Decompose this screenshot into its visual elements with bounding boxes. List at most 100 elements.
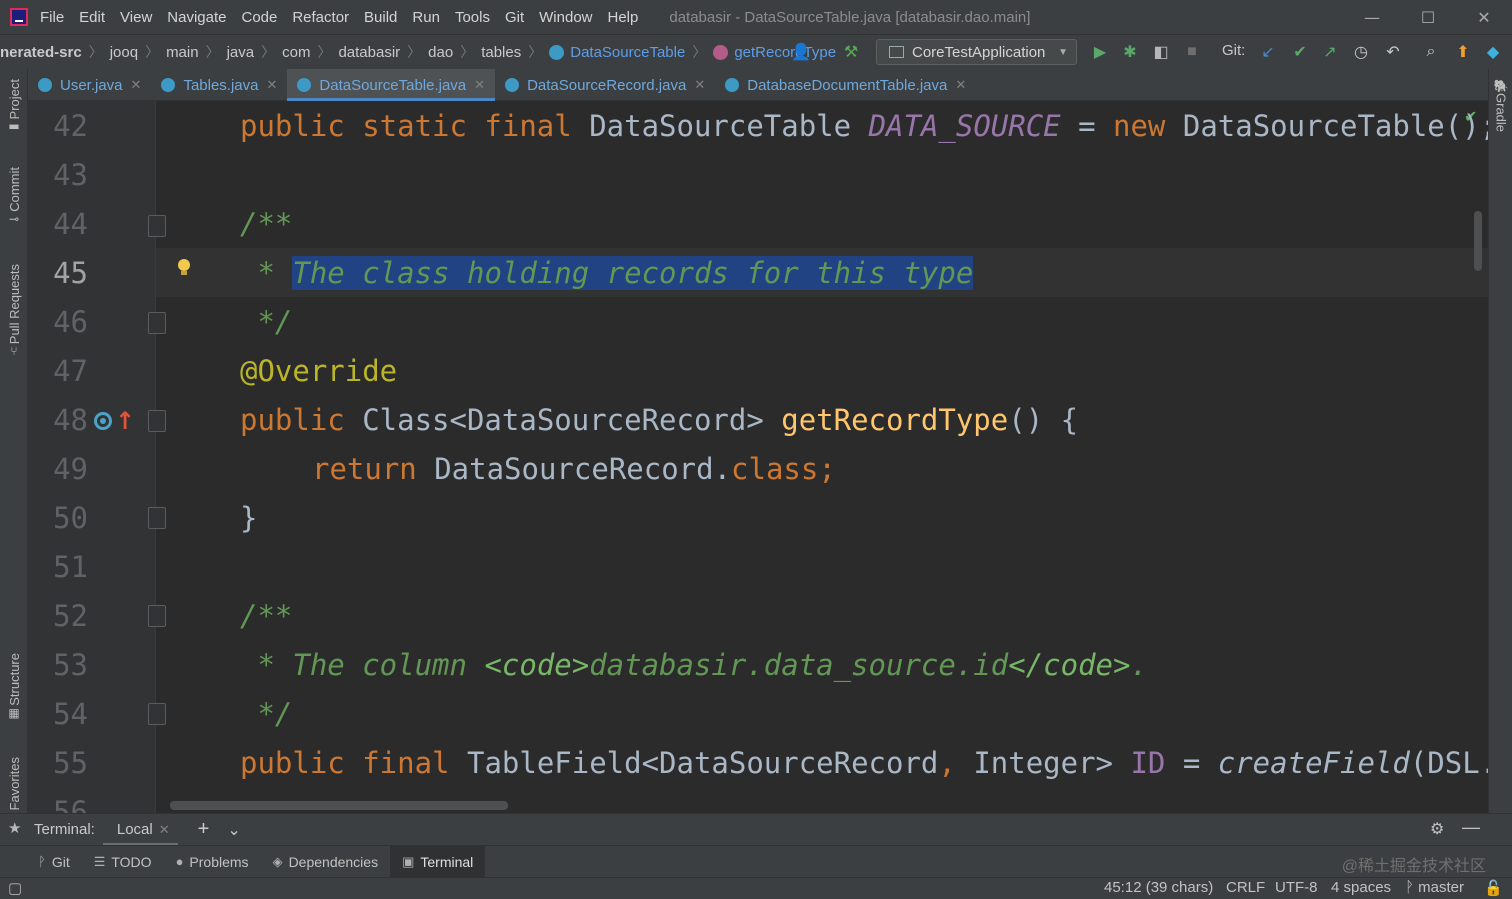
menu-navigate[interactable]: Navigate <box>167 9 226 26</box>
debug-icon[interactable]: ✱ <box>1119 41 1141 63</box>
lock-icon[interactable]: 🔓 <box>1484 879 1503 897</box>
menu-edit[interactable]: Edit <box>79 9 105 26</box>
run-icon[interactable]: ▶ <box>1089 41 1111 63</box>
breadcrumb-item[interactable]: com <box>282 44 310 61</box>
close-tab-icon[interactable]: ✕ <box>266 77 277 93</box>
editor-gutter: 42 43 44 45 46 47 48 49 50 51 52 53 54 5… <box>28 101 156 813</box>
commit-tool-button[interactable]: Commit ⊸ <box>0 167 28 226</box>
fold-marker[interactable] <box>148 215 166 237</box>
search-icon[interactable]: ⌕ <box>1420 41 1442 63</box>
menu-code[interactable]: Code <box>241 9 277 26</box>
breadcrumb-item[interactable]: tables <box>481 44 521 61</box>
fold-marker[interactable] <box>148 410 166 432</box>
menu-window[interactable]: Window <box>539 9 592 26</box>
hide-panel-icon[interactable]: — <box>1462 817 1480 838</box>
indent-setting[interactable]: 4 spaces <box>1331 879 1391 896</box>
rollback-icon[interactable]: ↶ <box>1382 41 1404 63</box>
maximize-button[interactable]: ☐ <box>1400 0 1456 34</box>
terminal-tab-local[interactable]: Local ✕ <box>102 814 178 846</box>
close-tab-icon[interactable]: ✕ <box>159 822 170 838</box>
tab-datasourcetable-java[interactable]: DataSourceTable.java ✕ <box>287 69 496 101</box>
fold-marker[interactable] <box>148 312 166 334</box>
breadcrumb-item[interactable]: main <box>166 44 199 61</box>
git-update-icon[interactable]: ↙ <box>1257 41 1279 63</box>
git-tool-button[interactable]: ᚹ Git <box>26 846 82 878</box>
structure-tool-button[interactable]: Structure ▦ <box>0 653 28 720</box>
breadcrumb-item[interactable]: java <box>227 44 255 61</box>
caret-position[interactable]: 45:12 (39 chars) <box>1104 879 1213 896</box>
problems-tool-button[interactable]: ● Problems <box>164 846 261 878</box>
code-line-55: public final TableField<DataSourceRecord… <box>240 746 1488 780</box>
close-tab-icon[interactable]: ✕ <box>131 77 142 93</box>
breadcrumb-item[interactable]: dao <box>428 44 453 61</box>
horizontal-scrollbar[interactable] <box>170 801 508 810</box>
favorites-tool-button[interactable]: Favorites <box>0 757 28 810</box>
dependencies-tool-button[interactable]: ◈ Dependencies <box>261 846 391 878</box>
close-tab-icon[interactable]: ✕ <box>474 77 485 93</box>
history-icon[interactable]: ◷ <box>1350 41 1372 63</box>
project-tool-button[interactable]: Project ▬ <box>0 79 28 133</box>
breadcrumb-method[interactable]: getRecordType <box>734 44 836 61</box>
terminal-tool-label: Terminal <box>420 853 474 870</box>
menu-run[interactable]: Run <box>412 9 440 26</box>
close-window-button[interactable]: ✕ <box>1456 0 1512 34</box>
menu-view[interactable]: View <box>120 9 152 26</box>
update-icon[interactable]: ⬆ <box>1452 41 1474 63</box>
line-number: 45 <box>53 256 88 290</box>
menu-git[interactable]: Git <box>505 9 524 26</box>
chevron-down-icon: ▼ <box>1058 46 1068 58</box>
breadcrumb-class[interactable]: DataSourceTable <box>570 44 685 61</box>
lightbulb-icon[interactable] <box>178 259 190 275</box>
breadcrumb-item[interactable]: nerated-src <box>0 44 82 61</box>
menu-help[interactable]: Help <box>608 9 639 26</box>
fold-marker[interactable] <box>148 605 166 627</box>
minimize-button[interactable]: — <box>1344 0 1400 34</box>
git-push-icon[interactable]: ↗ <box>1319 41 1341 63</box>
menu-build[interactable]: Build <box>364 9 397 26</box>
gradle-tool-button[interactable]: 🐘 Gradle <box>1489 79 1512 132</box>
build-hammer-icon[interactable]: ⚒ <box>840 41 862 63</box>
tab-tables-java[interactable]: Tables.java ✕ <box>151 69 287 101</box>
menu-file[interactable]: File <box>40 9 64 26</box>
breadcrumb-item[interactable]: jooq <box>110 44 138 61</box>
menu-refactor[interactable]: Refactor <box>292 9 349 26</box>
todo-tool-button[interactable]: ☰ TODO <box>82 846 164 878</box>
file-encoding[interactable]: UTF-8 <box>1275 879 1318 896</box>
close-tab-icon[interactable]: ✕ <box>694 77 705 93</box>
layers-icon: ◈ <box>272 853 283 869</box>
code-editor[interactable]: 42 43 44 45 46 47 48 49 50 51 52 53 54 5… <box>28 101 1488 813</box>
git-commit-icon[interactable]: ✔ <box>1289 41 1311 63</box>
tab-user-java[interactable]: User.java ✕ <box>28 69 151 101</box>
stop-icon[interactable]: ■ <box>1181 41 1203 63</box>
commit-tool-label: Commit <box>6 167 22 212</box>
coverage-icon[interactable]: ◧ <box>1150 41 1172 63</box>
left-tool-strip: Project ▬ Commit ⊸ Pull Requests ⑂ Struc… <box>0 69 28 813</box>
dependencies-tool-label: Dependencies <box>288 853 379 870</box>
structure-icon: ▦ <box>8 705 20 720</box>
pull-requests-tool-button[interactable]: Pull Requests ⑂ <box>0 264 28 358</box>
user-icon[interactable]: 👤 <box>790 41 812 63</box>
layout-toggle-icon[interactable]: ▢ <box>8 879 22 897</box>
new-terminal-button[interactable]: + <box>198 818 210 841</box>
git-branch[interactable]: ᚹ master <box>1405 879 1464 896</box>
terminal-tab-label: Local <box>116 821 153 838</box>
terminal-tool-button[interactable]: ▣ Terminal <box>390 845 486 878</box>
code-line-48: public Class<DataSourceRecord> getRecord… <box>240 403 1079 437</box>
vertical-scrollbar[interactable] <box>1474 211 1482 271</box>
gear-icon[interactable]: ⚙ <box>1430 819 1444 839</box>
gradle-icon: 🐘 <box>1493 79 1509 93</box>
line-separator[interactable]: CRLF <box>1226 879 1265 896</box>
star-icon[interactable]: ★ <box>8 819 21 837</box>
close-tab-icon[interactable]: ✕ <box>955 77 966 93</box>
plugin-icon[interactable]: ◆ <box>1482 41 1504 63</box>
menu-tools[interactable]: Tools <box>455 9 490 26</box>
fold-marker[interactable] <box>148 507 166 529</box>
fold-marker[interactable] <box>148 703 166 725</box>
run-configuration-select[interactable]: CoreTestApplication ▼ <box>876 39 1077 65</box>
breadcrumb-item[interactable]: databasir <box>338 44 400 61</box>
terminal-dropdown-button[interactable]: ⌄ <box>227 820 240 840</box>
override-marker-icon[interactable]: ↑ <box>94 406 135 436</box>
selected-text: The class holding records for this type <box>292 256 974 290</box>
tab-databasedocumenttable-java[interactable]: DatabaseDocumentTable.java ✕ <box>715 69 976 101</box>
tab-datasourcerecord-java[interactable]: DataSourceRecord.java ✕ <box>495 69 715 101</box>
